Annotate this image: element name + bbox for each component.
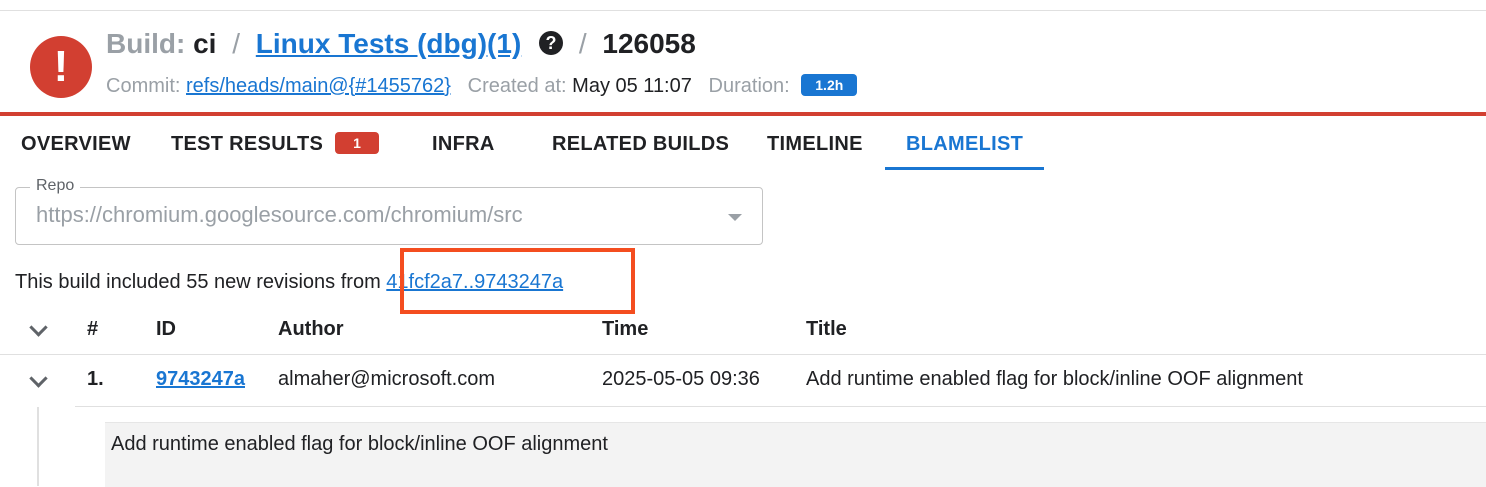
- row-index: 1.: [87, 368, 104, 390]
- tab-timeline[interactable]: TIMELINE: [767, 116, 863, 172]
- column-header-index: #: [87, 318, 99, 340]
- active-tab-indicator: [885, 167, 1044, 170]
- tab-label: INFRA: [432, 133, 495, 155]
- duration-badge: 1.2h: [801, 74, 858, 96]
- tab-related-builds[interactable]: RELATED BUILDS: [552, 116, 729, 172]
- duration-label: Duration:: [708, 75, 790, 97]
- created-value: May 05 11:07: [572, 75, 692, 97]
- tab-infra[interactable]: INFRA: [432, 116, 495, 172]
- tab-label: TEST RESULTS: [171, 133, 324, 155]
- failure-status-icon: !: [30, 36, 92, 98]
- header-divider: [0, 354, 1486, 355]
- column-header-title: Title: [806, 318, 847, 340]
- repo-select-label: Repo: [30, 177, 81, 195]
- collapse-all-chevron-icon[interactable]: [29, 318, 48, 337]
- repo-select-value: https://chromium.googlesource.com/chromi…: [36, 202, 523, 227]
- highlight-annotation: [400, 248, 635, 314]
- expanded-row-guide: [37, 407, 39, 486]
- blamelist-table-header: # ID Author Time Title: [0, 312, 1486, 350]
- tab-bar: OVERVIEW TEST RESULTS 1 INFRA RELATED BUI…: [0, 116, 1486, 172]
- expand-row-chevron-icon[interactable]: [29, 369, 48, 388]
- builder-link[interactable]: Linux Tests (dbg)(1): [256, 28, 521, 59]
- title-separator-2: /: [578, 28, 587, 59]
- tab-label: TIMELINE: [767, 133, 863, 155]
- table-row[interactable]: 1. 9743247a almaher@microsoft.com 2025-0…: [0, 356, 1486, 406]
- commit-id-link[interactable]: 9743247a: [156, 368, 245, 390]
- created-label: Created at:: [467, 75, 567, 97]
- column-header-author: Author: [278, 318, 344, 340]
- time-cell: 2025-05-05 09:36: [602, 368, 760, 390]
- revisions-summary-text: This build included 55 new revisions fro…: [15, 271, 387, 293]
- bucket-name: ci: [193, 28, 217, 59]
- tab-blamelist[interactable]: BLAMELIST: [906, 116, 1023, 172]
- title-separator: /: [232, 28, 241, 59]
- column-header-id: ID: [156, 318, 176, 340]
- tab-label: OVERVIEW: [21, 133, 131, 155]
- commit-id-cell: 9743247a: [156, 368, 245, 391]
- build-label: Build:: [106, 28, 186, 59]
- top-divider: [0, 10, 1486, 11]
- commit-details-panel: Add runtime enabled flag for block/inlin…: [105, 422, 1486, 487]
- column-header-time: Time: [602, 318, 649, 340]
- test-results-count-badge: 1: [335, 132, 380, 154]
- dropdown-arrow-icon: [728, 214, 742, 221]
- commit-link[interactable]: refs/heads/main@{#1455762}: [186, 75, 451, 97]
- commit-message: Add runtime enabled flag for block/inlin…: [111, 433, 608, 455]
- title-cell: Add runtime enabled flag for block/inlin…: [806, 368, 1303, 390]
- tab-label: RELATED BUILDS: [552, 133, 730, 155]
- tab-overview[interactable]: OVERVIEW: [21, 116, 131, 172]
- commit-label: Commit:: [106, 75, 181, 97]
- page-title: Build: ci / Linux Tests (dbg)(1) ? / 126…: [106, 28, 696, 60]
- repo-select[interactable]: https://chromium.googlesource.com/chromi…: [15, 187, 763, 245]
- tab-test-results[interactable]: TEST RESULTS 1: [171, 116, 380, 172]
- build-number: 126058: [602, 28, 696, 59]
- build-meta: Commit: refs/heads/main@{#1455762} Creat…: [106, 74, 858, 98]
- tab-label: BLAMELIST: [906, 133, 1024, 155]
- help-icon[interactable]: ?: [539, 31, 564, 55]
- author-cell: almaher@microsoft.com: [278, 368, 496, 390]
- row-divider: [75, 406, 1486, 407]
